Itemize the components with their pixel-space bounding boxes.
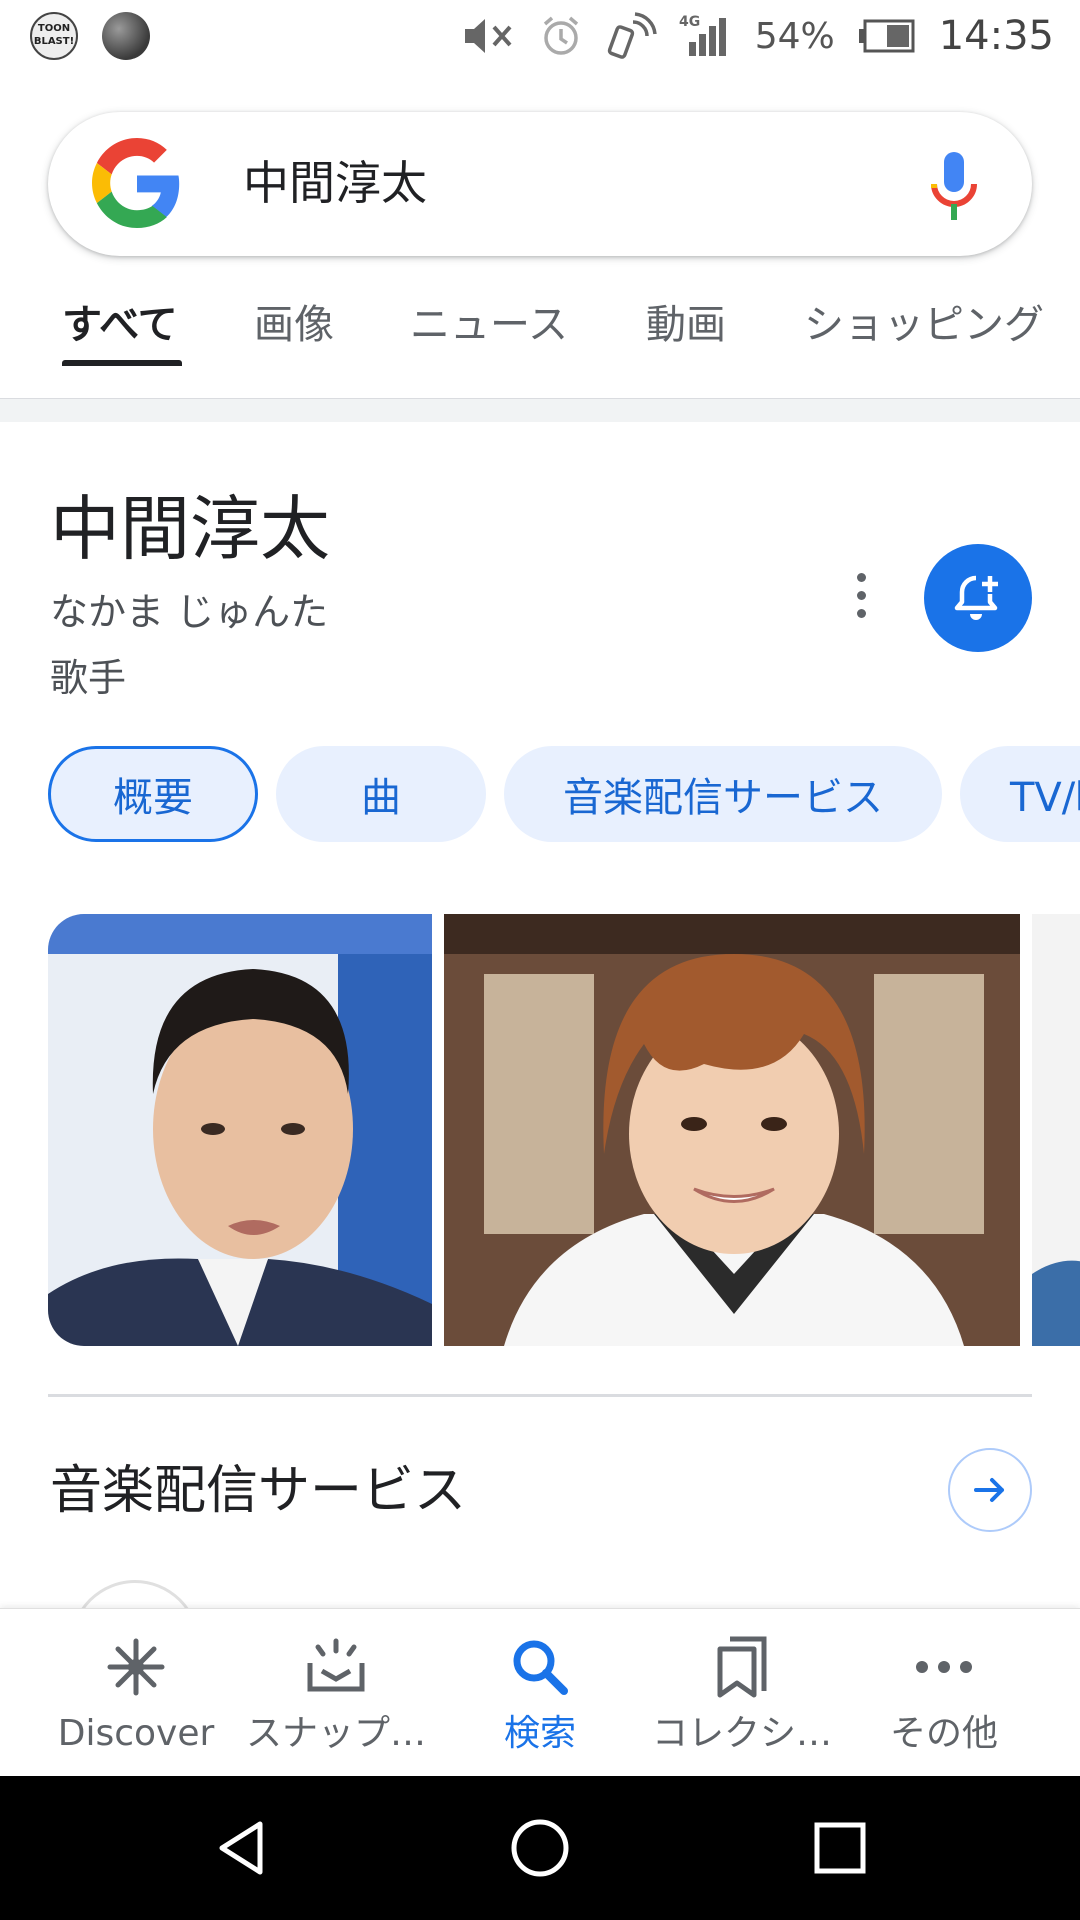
bottom-navigation: Discover スナップ… 検索 コレクシ… その他 xyxy=(0,1608,1080,1776)
chip-tv[interactable]: TV/映 xyxy=(960,746,1080,842)
tabs-divider xyxy=(0,398,1080,422)
chip-overview[interactable]: 概要 xyxy=(48,746,258,842)
entity-image-3[interactable] xyxy=(1032,914,1080,1346)
entity-reading: なかま じゅんた xyxy=(50,590,329,634)
entity-type: 歌手 xyxy=(50,656,127,700)
tab-videos[interactable]: 動画 xyxy=(646,290,726,360)
collections-icon xyxy=(710,1635,774,1699)
more-horizontal-icon xyxy=(912,1635,976,1699)
tab-shopping[interactable]: ショッピング xyxy=(804,290,1044,360)
section-title-music-streaming: 音楽配信サービス xyxy=(50,1461,467,1521)
nav-search[interactable]: 検索 xyxy=(440,1609,640,1777)
follow-button[interactable] xyxy=(924,544,1032,652)
nav-label-search: 検索 xyxy=(503,1713,576,1754)
home-icon[interactable] xyxy=(504,1812,576,1884)
google-logo-icon xyxy=(92,138,180,228)
battery-icon xyxy=(857,18,917,54)
nav-discover[interactable]: Discover xyxy=(36,1609,236,1777)
status-indicators: 4G 54% 14:35 xyxy=(461,0,1054,72)
nav-snapshot[interactable]: スナップ… xyxy=(236,1609,436,1777)
app-notification-icon xyxy=(102,12,150,60)
search-input[interactable]: 中間淳太 xyxy=(243,148,427,218)
tab-all[interactable]: すべて xyxy=(62,290,178,360)
image-carousel xyxy=(0,914,1080,1346)
mute-icon xyxy=(461,14,517,58)
alarm-icon xyxy=(539,14,583,58)
search-tabs: すべて 画像 ニュース 動画 ショッピング xyxy=(0,290,1080,370)
system-navigation-bar xyxy=(0,1776,1080,1920)
microphone-icon[interactable] xyxy=(924,148,984,228)
active-tab-indicator xyxy=(62,360,182,366)
clock: 14:35 xyxy=(938,13,1054,59)
nav-more[interactable]: その他 xyxy=(844,1609,1044,1777)
chip-songs[interactable]: 曲 xyxy=(276,746,486,842)
toon-blast-app-icon: TOON BLAST! xyxy=(30,12,78,60)
status-bar: TOON BLAST! 4G 54% 14:35 xyxy=(0,0,1080,72)
signal-4g-icon: 4G xyxy=(679,12,733,60)
section-arrow-button[interactable] xyxy=(948,1448,1032,1532)
nav-label-snapshot: スナップ… xyxy=(245,1713,426,1754)
search-box[interactable]: 中間淳太 xyxy=(48,112,1032,256)
nav-collections[interactable]: コレクシ… xyxy=(642,1609,842,1777)
topic-chips: 概要 曲 音楽配信サービス TV/映 xyxy=(0,746,1080,844)
section-divider xyxy=(48,1394,1032,1397)
more-options-icon[interactable] xyxy=(848,570,874,626)
nav-label-more: その他 xyxy=(889,1713,998,1754)
bell-plus-icon xyxy=(954,575,998,620)
asterisk-icon xyxy=(104,1635,168,1699)
nav-label-discover: Discover xyxy=(57,1713,215,1754)
svg-text:4G: 4G xyxy=(679,14,700,30)
entity-image-2[interactable] xyxy=(444,914,1020,1346)
tab-news[interactable]: ニュース xyxy=(410,290,568,360)
arrow-right-icon xyxy=(974,1478,1004,1502)
back-icon[interactable] xyxy=(206,1812,278,1884)
toon-blast-label: TOON BLAST! xyxy=(33,23,75,47)
search-icon xyxy=(508,1635,572,1699)
nfc-icon xyxy=(605,10,657,62)
tab-images[interactable]: 画像 xyxy=(254,290,334,360)
battery-percent: 54% xyxy=(754,15,835,57)
nav-label-collections: コレクシ… xyxy=(651,1713,832,1754)
chip-music-streaming[interactable]: 音楽配信サービス xyxy=(504,746,942,842)
snapshot-icon xyxy=(304,1635,368,1699)
entity-image-1[interactable] xyxy=(48,914,432,1346)
entity-title: 中間淳太 xyxy=(50,488,330,570)
recents-icon[interactable] xyxy=(804,1812,876,1884)
